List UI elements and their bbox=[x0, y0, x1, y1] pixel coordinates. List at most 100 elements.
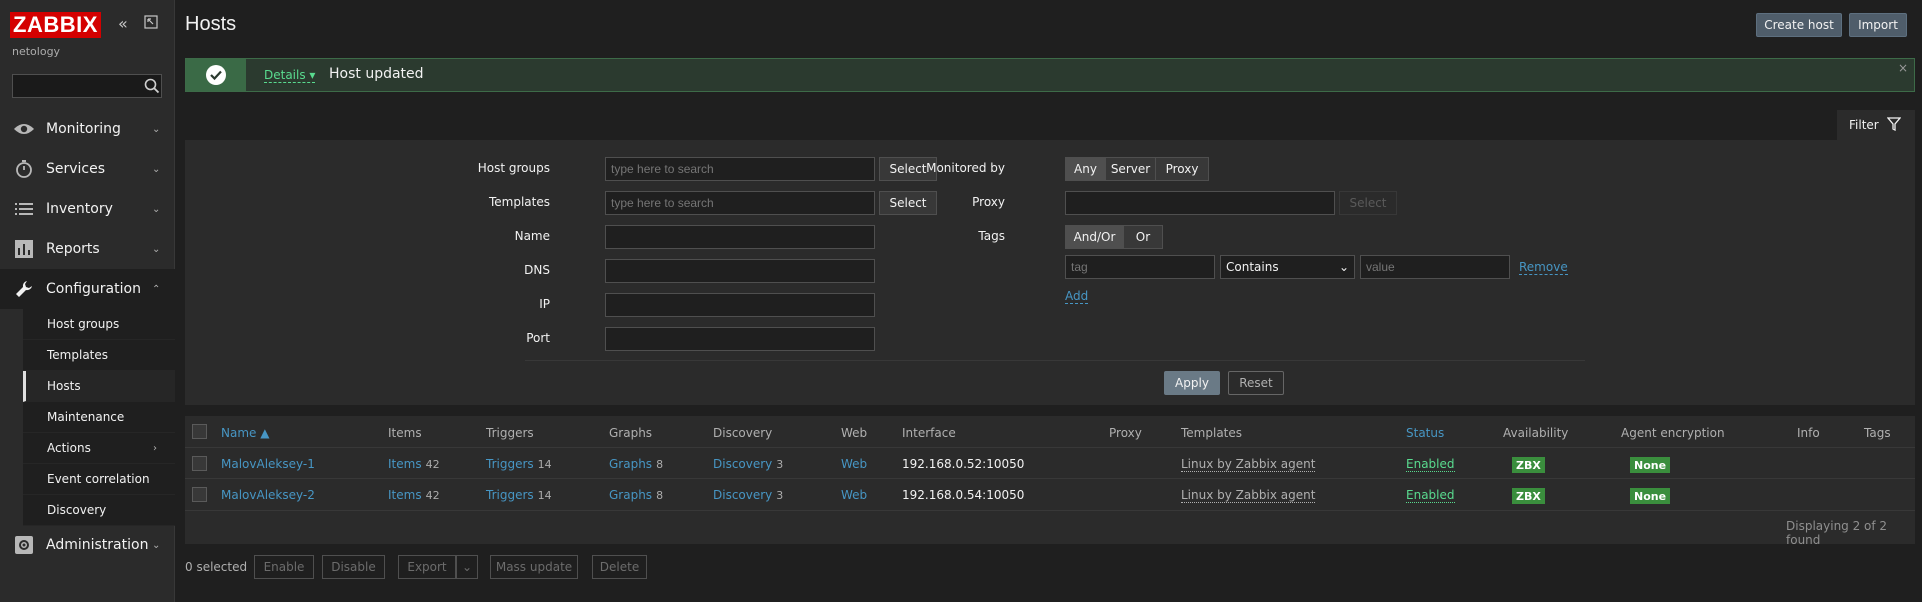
filter-panel: Host groups Select Templates Select Name… bbox=[185, 140, 1915, 405]
sidebar-item-actions[interactable]: Actions › bbox=[23, 433, 175, 464]
mass-update-button[interactable]: Mass update bbox=[490, 555, 578, 579]
host-groups-input[interactable] bbox=[605, 157, 875, 181]
name-input[interactable] bbox=[605, 225, 875, 249]
menu-label: Monitoring bbox=[46, 121, 121, 137]
chevron-down-icon: ⌄ bbox=[152, 539, 161, 551]
sidebar-item-templates[interactable]: Templates bbox=[23, 340, 175, 371]
graphs-link[interactable]: Graphs 8 bbox=[609, 457, 663, 471]
create-host-button[interactable]: Create host bbox=[1756, 13, 1842, 37]
menu-inventory[interactable]: Inventory ⌄ bbox=[0, 189, 175, 229]
dns-label: DNS bbox=[524, 263, 550, 277]
menu-label: Reports bbox=[46, 241, 100, 257]
proxy-label: Proxy bbox=[972, 195, 1005, 209]
column-header-discovery: Discovery bbox=[713, 426, 773, 440]
search-icon[interactable] bbox=[144, 78, 160, 98]
enable-button[interactable]: Enable bbox=[254, 555, 314, 579]
status-toggle[interactable]: Enabled bbox=[1406, 488, 1455, 503]
delete-button[interactable]: Delete bbox=[592, 555, 647, 579]
proxy-select-button[interactable]: Select bbox=[1339, 191, 1397, 215]
chevron-down-icon: ⌄ bbox=[1338, 260, 1349, 274]
sidebar-item-host-groups[interactable]: Host groups bbox=[23, 309, 175, 340]
sidebar-item-hosts[interactable]: Hosts bbox=[23, 371, 175, 402]
template-link[interactable]: Linux by Zabbix agent bbox=[1181, 457, 1316, 472]
header-divider bbox=[185, 447, 1915, 448]
interface-value: 192.168.0.52:10050 bbox=[902, 457, 1025, 471]
remove-tag-link[interactable]: Remove bbox=[1519, 260, 1568, 275]
column-header-availability: Availability bbox=[1503, 426, 1569, 440]
apply-button[interactable]: Apply bbox=[1164, 371, 1220, 395]
menu-label: Inventory bbox=[46, 201, 113, 217]
menu-reports[interactable]: Reports ⌄ bbox=[0, 229, 175, 269]
web-link[interactable]: Web bbox=[841, 457, 867, 471]
zbx-availability-badge: ZBX bbox=[1512, 488, 1545, 504]
templates-label: Templates bbox=[488, 195, 550, 209]
tag-name-input[interactable] bbox=[1065, 255, 1215, 279]
discovery-link[interactable]: Discovery 3 bbox=[713, 488, 783, 502]
double-chevron-left-icon[interactable]: « bbox=[118, 14, 128, 33]
sidebar-item-maintenance[interactable]: Maintenance bbox=[23, 402, 175, 433]
monitored-by-any[interactable]: Any bbox=[1066, 158, 1106, 180]
disable-button[interactable]: Disable bbox=[322, 555, 385, 579]
triggers-link[interactable]: Triggers 14 bbox=[486, 457, 552, 471]
monitored-by-server[interactable]: Server bbox=[1106, 158, 1156, 180]
add-tag-link[interactable]: Add bbox=[1065, 289, 1089, 304]
host-name-link[interactable]: MalovAleksey-1 bbox=[221, 457, 315, 471]
tags-or[interactable]: Or bbox=[1124, 226, 1162, 248]
menu-administration[interactable]: Administration ⌄ bbox=[0, 525, 175, 565]
row-checkbox[interactable] bbox=[192, 487, 207, 502]
sidebar-item-event-correlation[interactable]: Event correlation bbox=[23, 464, 175, 495]
kiosk-icon[interactable] bbox=[144, 14, 158, 33]
chevron-up-icon: ⌃ bbox=[152, 283, 161, 295]
details-toggle[interactable]: Details ▾ bbox=[264, 68, 316, 83]
server-name: netology bbox=[12, 45, 61, 58]
select-all-checkbox[interactable] bbox=[192, 424, 207, 439]
port-label: Port bbox=[526, 331, 550, 345]
close-icon[interactable]: × bbox=[1898, 61, 1908, 75]
templates-input[interactable] bbox=[605, 191, 875, 215]
items-link[interactable]: Items 42 bbox=[388, 488, 440, 502]
reset-button[interactable]: Reset bbox=[1228, 371, 1284, 395]
sidebar-search-input[interactable] bbox=[12, 74, 162, 98]
menu-services[interactable]: Services ⌄ bbox=[0, 149, 175, 189]
monitored-by-proxy[interactable]: Proxy bbox=[1156, 158, 1208, 180]
column-header-status[interactable]: Status bbox=[1406, 426, 1444, 440]
zabbix-logo[interactable]: ZABBIX bbox=[10, 12, 101, 38]
host-name-link[interactable]: MalovAleksey-2 bbox=[221, 488, 315, 502]
monitored-by-label: Monitored by bbox=[926, 161, 1005, 175]
column-header-agent-encryption: Agent encryption bbox=[1621, 426, 1725, 440]
column-header-tags: Tags bbox=[1864, 426, 1891, 440]
items-link[interactable]: Items 42 bbox=[388, 457, 440, 471]
ip-input[interactable] bbox=[605, 293, 875, 317]
menu-label: Services bbox=[46, 161, 106, 177]
filter-icon bbox=[1886, 116, 1902, 134]
menu-monitoring[interactable]: Monitoring ⌄ bbox=[0, 109, 175, 149]
export-dropdown-button[interactable]: ⌄ bbox=[456, 555, 478, 579]
row-checkbox[interactable] bbox=[192, 456, 207, 471]
triggers-link[interactable]: Triggers 14 bbox=[486, 488, 552, 502]
graphs-link[interactable]: Graphs 8 bbox=[609, 488, 663, 502]
hosts-table: Name ▲ Items Triggers Graphs Discovery W… bbox=[185, 416, 1915, 547]
export-button[interactable]: Export bbox=[398, 555, 456, 579]
template-link[interactable]: Linux by Zabbix agent bbox=[1181, 488, 1316, 503]
sidebar-item-discovery[interactable]: Discovery bbox=[23, 495, 175, 526]
column-header-proxy: Proxy bbox=[1109, 426, 1142, 440]
port-input[interactable] bbox=[605, 327, 875, 351]
column-header-triggers: Triggers bbox=[486, 426, 534, 440]
proxy-input[interactable] bbox=[1065, 191, 1335, 215]
tag-operator-select[interactable]: Contains ⌄ bbox=[1220, 255, 1355, 279]
menu-configuration[interactable]: Configuration ⌃ bbox=[0, 269, 175, 309]
column-header-items: Items bbox=[388, 426, 422, 440]
tags-logic-toggle: And/Or Or bbox=[1065, 225, 1163, 249]
encryption-badge: None bbox=[1630, 488, 1671, 504]
import-button[interactable]: Import bbox=[1849, 13, 1907, 37]
tags-and-or[interactable]: And/Or bbox=[1066, 226, 1124, 248]
tag-value-input[interactable] bbox=[1360, 255, 1510, 279]
dns-input[interactable] bbox=[605, 259, 875, 283]
column-header-name[interactable]: Name ▲ bbox=[221, 426, 269, 440]
web-link[interactable]: Web bbox=[841, 488, 867, 502]
discovery-link[interactable]: Discovery 3 bbox=[713, 457, 783, 471]
status-toggle[interactable]: Enabled bbox=[1406, 457, 1455, 472]
chevron-down-icon: ⌄ bbox=[152, 163, 161, 175]
tab-filter[interactable]: Filter bbox=[1837, 110, 1915, 140]
message-text: Host updated bbox=[329, 66, 424, 82]
